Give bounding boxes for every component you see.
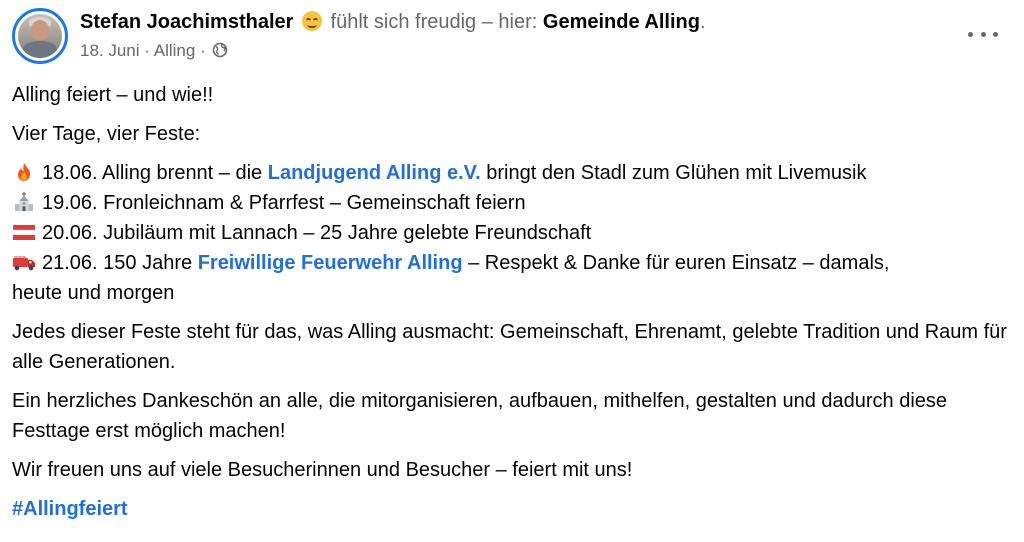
post-paragraph: Wir freuen uns auf viele Besucherinnen u… [12, 459, 633, 481]
facebook-post: Stefan Joachimsthaler fühlt sich freudig… [0, 0, 1024, 542]
place-link[interactable]: Gemeinde Alling [543, 11, 700, 33]
list-item: 20.06. Jubiläum mit Lannach – 25 Jahre g… [12, 218, 1012, 248]
fire-icon [18, 163, 30, 181]
hashtag-link[interactable]: #Allingfeiert [12, 498, 128, 520]
event-text: bringt den Stadl zum Glühen mit Livemusi… [480, 162, 867, 184]
post-meta: 18. Juni · Alling · [80, 38, 228, 64]
event-text: – Respekt & Danke für euren Einsatz – da… [462, 252, 890, 274]
post-intro: Vier Tage, vier Feste: [12, 123, 201, 145]
list-item: 21.06. 150 Jahre Freiwillige Feuerwehr A… [12, 248, 1012, 308]
event-text: 19.06. Fronleichnam & Pfarrfest – Gemein… [42, 192, 526, 214]
event-text: 21.06. 150 Jahre [42, 252, 198, 274]
avatar-photo [18, 14, 62, 58]
post-location[interactable]: Alling [154, 41, 196, 60]
feeling-text: fühlt sich freudig – hier: [330, 11, 538, 33]
more-options-icon[interactable] [968, 26, 998, 42]
austria-flag-icon [12, 225, 36, 240]
event-text: 18.06. Alling brennt – die [42, 162, 268, 184]
church-icon [15, 192, 33, 211]
post-date[interactable]: 18. Juni [80, 41, 140, 60]
event-list: 18.06. Alling brennt – die Landjugend Al… [12, 158, 1012, 308]
post-paragraph: Jedes dieser Feste steht für das, was Al… [12, 321, 1007, 373]
list-item: 18.06. Alling brennt – die Landjugend Al… [12, 158, 1012, 188]
post-body: Alling feiert – und wie!! Vier Tage, vie… [12, 80, 1012, 533]
event-text: 20.06. Jubiläum mit Lannach – 25 Jahre g… [42, 222, 592, 244]
feuerwehr-link[interactable]: Freiwillige Feuerwehr Alling [198, 252, 463, 274]
post-header: Stefan Joachimsthaler fühlt sich freudig… [80, 9, 706, 35]
list-item: 19.06. Fronleichnam & Pfarrfest – Gemein… [12, 188, 1012, 218]
globe-icon[interactable] [212, 42, 228, 58]
meta-separator: · [200, 41, 206, 60]
meta-separator: · [144, 41, 150, 60]
smiling-face-icon [301, 11, 322, 31]
author-name[interactable]: Stefan Joachimsthaler [80, 11, 293, 33]
post-headline: Alling feiert – und wie!! [12, 84, 214, 106]
place-suffix: . [699, 11, 706, 33]
hashtag-paragraph: #Allingfeiert [12, 494, 1012, 524]
fire-truck-icon [13, 256, 35, 271]
event-text-continuation: heute und morgen [12, 282, 175, 304]
avatar[interactable] [12, 8, 68, 64]
landjugend-link[interactable]: Landjugend Alling e.V. [268, 162, 481, 184]
post-paragraph: Ein herzliches Dankeschön an alle, die m… [12, 390, 948, 442]
